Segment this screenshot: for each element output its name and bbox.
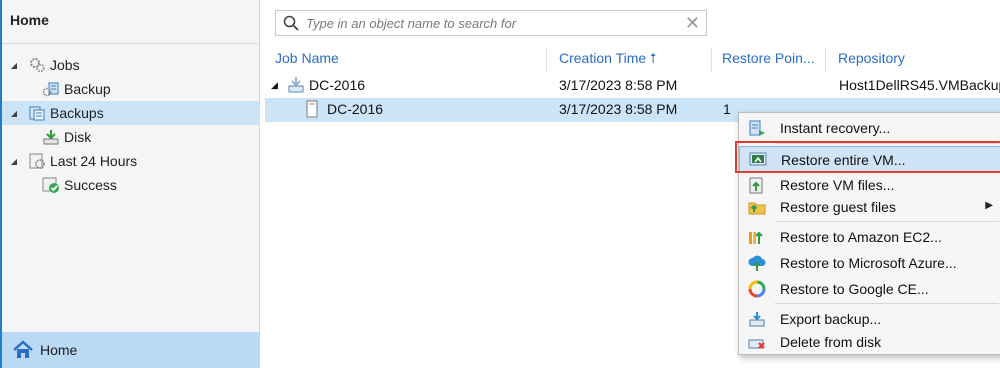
google-cloud-icon — [747, 279, 767, 299]
column-divider[interactable] — [711, 48, 712, 72]
backup-job-icon — [42, 80, 60, 98]
restore-guest-files-icon — [747, 197, 767, 217]
menu-item-label: Delete from disk — [780, 334, 882, 350]
tree-item-last-24-hours[interactable]: ◢ Last 24 Hours — [2, 149, 260, 173]
menu-item-label: Restore guest files — [780, 199, 896, 215]
tree-item-label: Last 24 Hours — [50, 153, 138, 169]
column-divider[interactable] — [546, 48, 547, 72]
disk-icon — [42, 128, 60, 146]
table-row[interactable]: ◢ DC-2016 3/17/2023 8:58 PM Host1DellRS4… — [265, 74, 1000, 98]
instant-recovery-icon — [747, 118, 767, 138]
success-icon — [42, 176, 60, 194]
menu-item-label: Instant recovery... — [780, 120, 891, 136]
repository-cell: Host1DellRS45.VMBackup — [839, 77, 1000, 93]
menu-item-label: Restore to Amazon EC2... — [780, 229, 942, 245]
tree-item-disk[interactable]: Disk — [2, 125, 260, 149]
tree-item-label: Success — [64, 177, 117, 193]
job-name-cell: DC-2016 — [327, 101, 384, 117]
column-header-creation-time[interactable]: Creation Time ⭡ — [559, 50, 657, 72]
expander-icon[interactable]: ◢ — [8, 157, 20, 166]
search-input[interactable] — [306, 15, 676, 31]
search-box[interactable]: ✕ — [275, 10, 707, 36]
menu-item-restore-google-ce[interactable]: Restore to Google CE... — [739, 276, 1000, 302]
column-header-restore-points[interactable]: Restore Poin... — [722, 50, 822, 72]
search-icon — [282, 14, 300, 32]
tree-item-jobs[interactable]: ◢ Jobs — [2, 53, 260, 77]
column-header-repository[interactable]: Repository — [838, 50, 905, 72]
export-backup-icon — [747, 309, 767, 329]
home-nav-button[interactable]: Home — [2, 332, 260, 368]
home-nav-label: Home — [40, 342, 78, 358]
menu-item-restore-amazon-ec2[interactable]: Restore to Amazon EC2... — [739, 224, 1000, 250]
restore-entire-vm-icon — [748, 149, 768, 169]
menu-item-label: Restore to Microsoft Azure... — [780, 255, 957, 271]
clear-search-icon[interactable]: ✕ — [685, 13, 700, 34]
context-menu: Instant recovery... Restore entire VM...… — [738, 112, 1000, 355]
backup-job-icon — [287, 76, 305, 94]
submenu-arrow-icon: ▶ — [985, 200, 993, 211]
menu-item-delete-from-disk[interactable]: Delete from disk — [739, 329, 1000, 355]
menu-item-restore-guest-files[interactable]: Restore guest files ▶ — [739, 194, 1000, 220]
expander-icon[interactable]: ◢ — [8, 109, 20, 118]
column-divider[interactable] — [825, 48, 826, 72]
grid-header: Job Name Creation Time ⭡ Restore Poin...… — [261, 46, 1000, 74]
creation-time-cell: 3/17/2023 8:58 PM — [559, 77, 678, 93]
menu-item-instant-recovery[interactable]: Instant recovery... — [739, 115, 1000, 141]
menu-item-label: Restore to Google CE... — [780, 281, 929, 297]
navigation-pane: Home ◢ Jobs Backup ◢ Backups Disk ◢ Last… — [0, 0, 260, 368]
tree-item-label: Backups — [50, 105, 104, 121]
restore-points-cell: 1 — [723, 101, 731, 117]
pane-title: Home — [2, 0, 259, 44]
azure-cloud-icon — [747, 253, 767, 273]
job-name-cell: DC-2016 — [309, 77, 366, 93]
home-icon — [12, 339, 34, 361]
menu-item-label: Restore entire VM... — [781, 152, 906, 168]
gears-icon — [28, 56, 46, 74]
column-header-job-name[interactable]: Job Name — [275, 50, 339, 72]
tree-item-label: Jobs — [50, 57, 80, 73]
tree-item-label: Disk — [64, 129, 92, 145]
restore-vm-files-icon — [747, 175, 767, 195]
expander-icon[interactable]: ◢ — [8, 61, 20, 70]
expander-icon[interactable]: ◢ — [271, 80, 278, 91]
menu-item-label: Export backup... — [780, 311, 882, 327]
creation-time-cell: 3/17/2023 8:58 PM — [559, 101, 678, 117]
vm-icon — [303, 100, 321, 118]
menu-divider — [775, 303, 999, 304]
backups-icon — [28, 104, 46, 122]
tree-item-backups[interactable]: ◢ Backups — [2, 101, 260, 125]
last-24-hours-icon — [28, 152, 46, 170]
tree-item-label: Backup — [64, 81, 111, 97]
menu-item-restore-entire-vm[interactable]: Restore entire VM... — [739, 146, 1000, 172]
menu-item-restore-microsoft-azure[interactable]: Restore to Microsoft Azure... — [739, 250, 1000, 276]
tree-item-backup[interactable]: Backup — [2, 77, 260, 101]
menu-item-label: Restore VM files... — [780, 177, 895, 193]
menu-divider — [775, 143, 999, 144]
amazon-ec2-icon — [747, 227, 767, 247]
tree-item-success[interactable]: Success — [2, 173, 260, 197]
menu-divider — [775, 221, 999, 222]
delete-from-disk-icon — [747, 332, 767, 352]
